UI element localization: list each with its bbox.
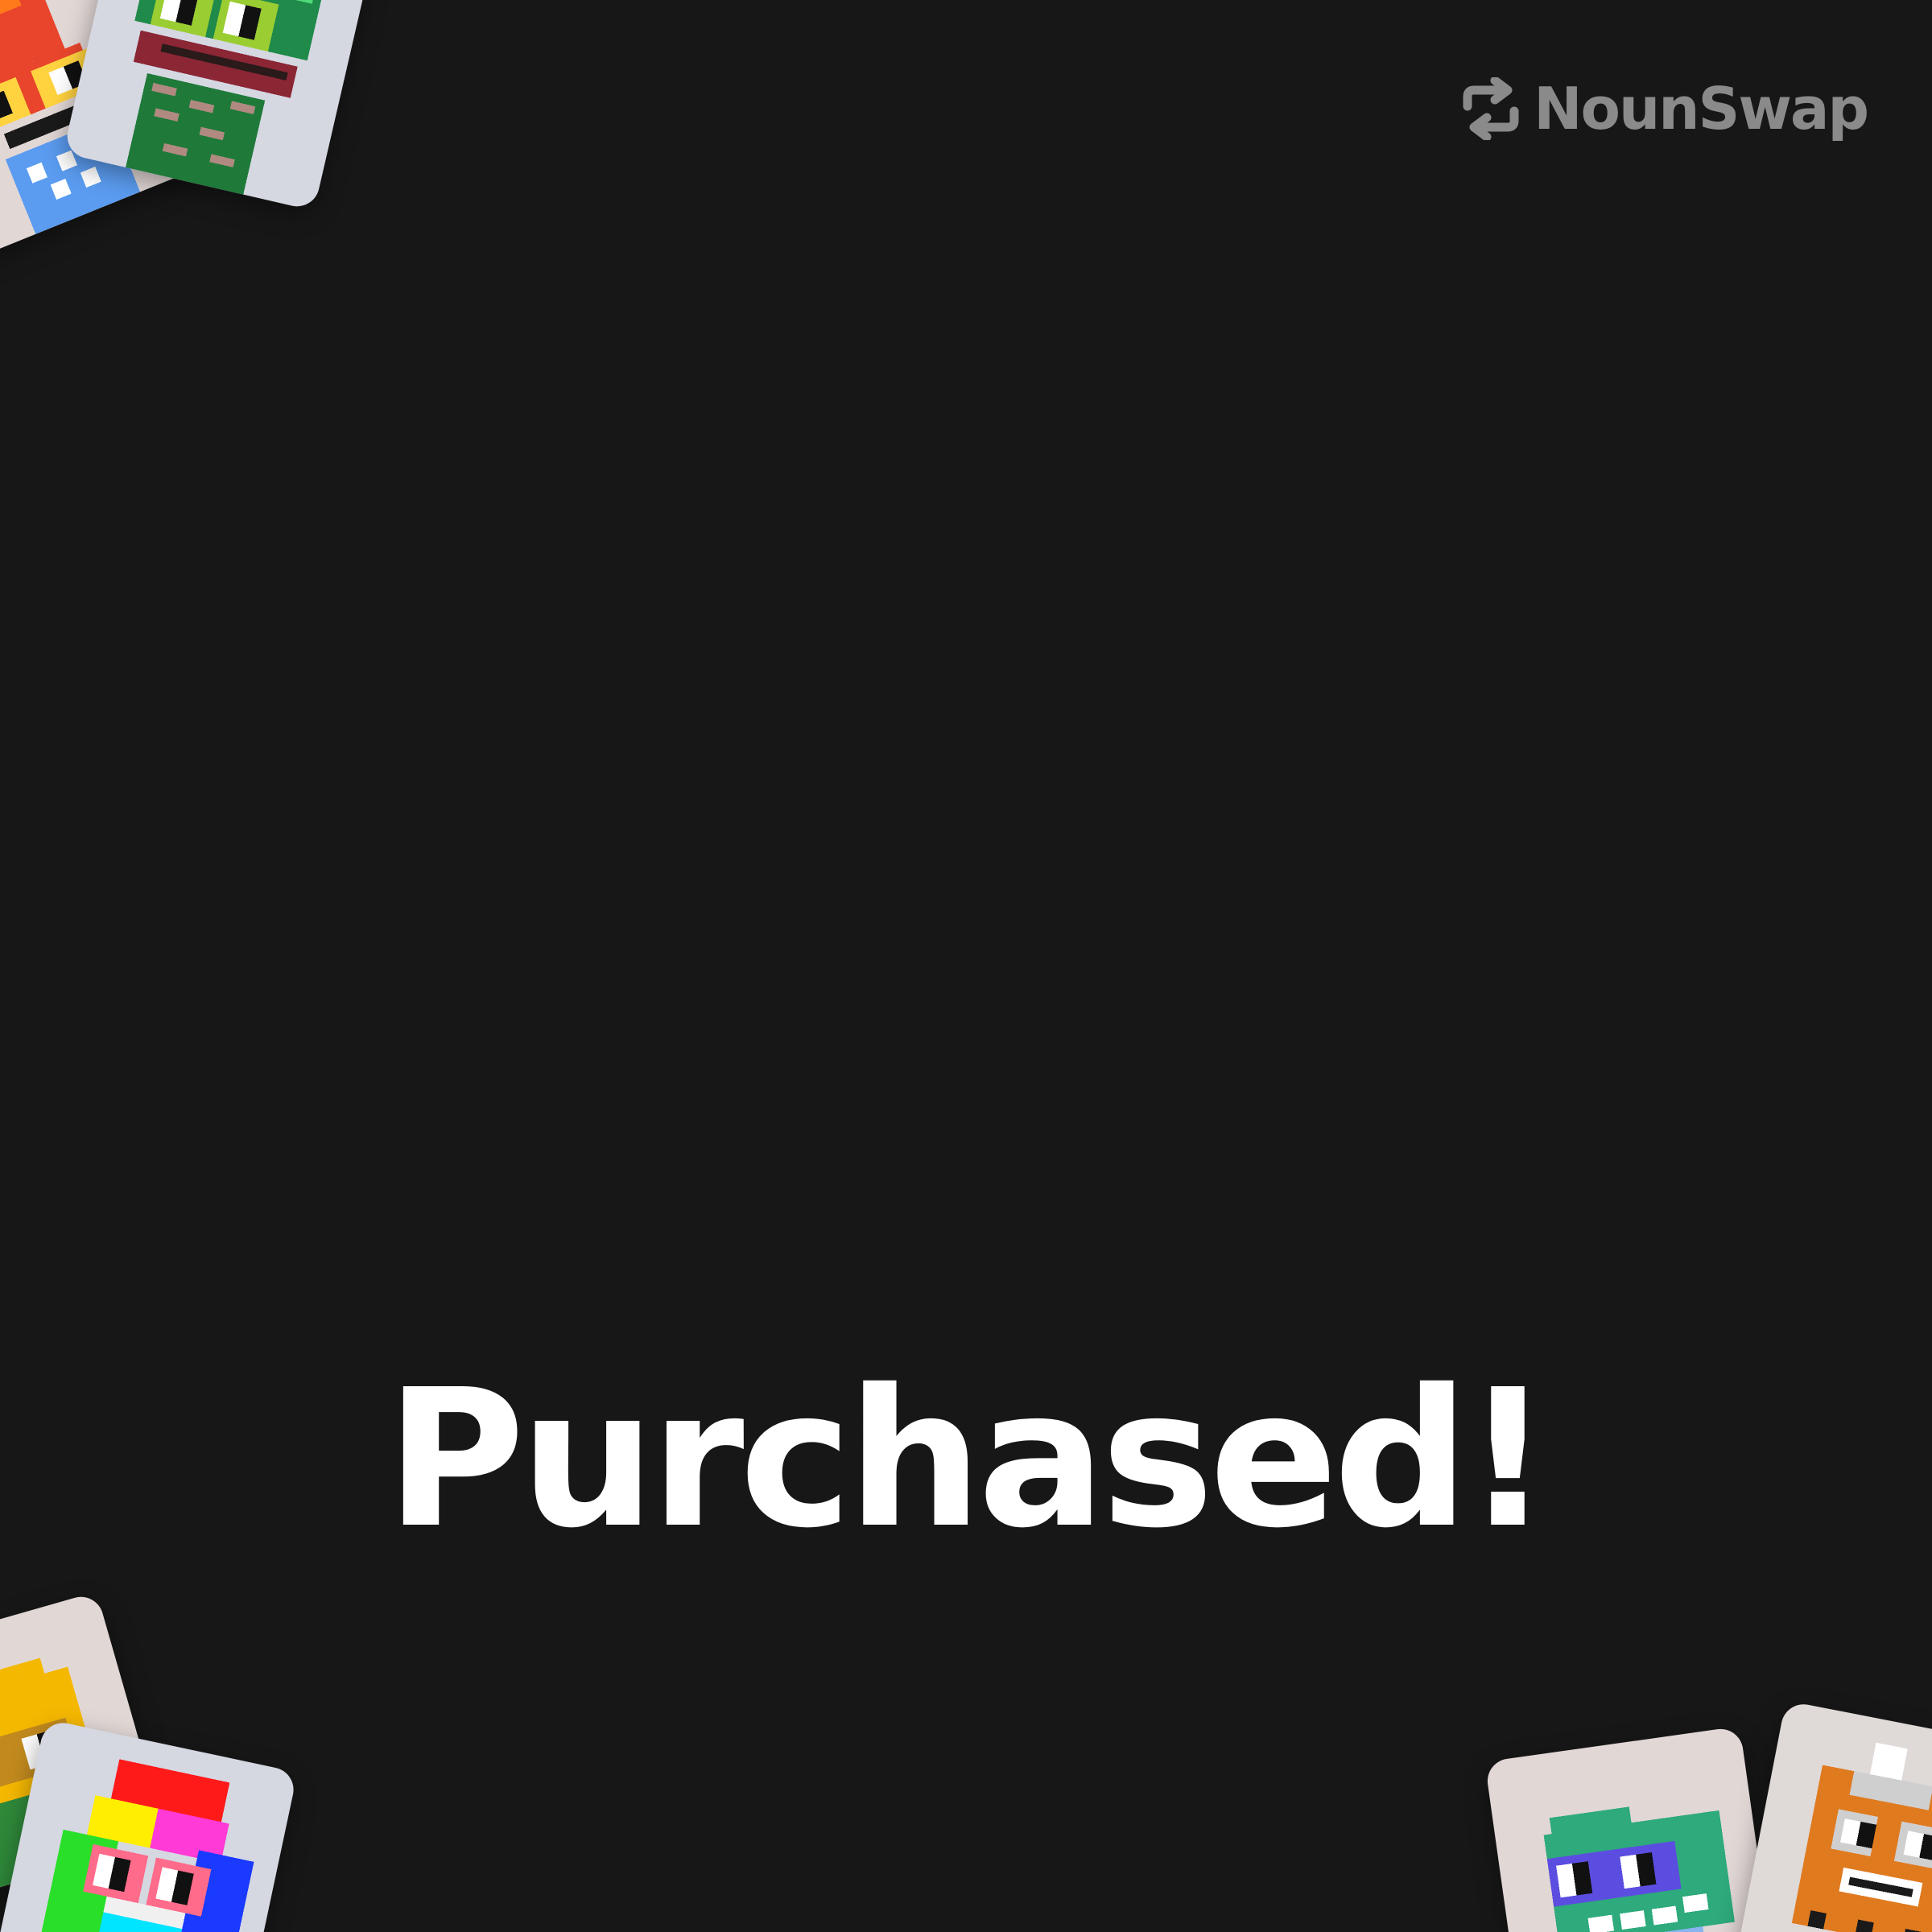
noun-card-orange xyxy=(1736,1700,1932,1932)
green-noun-image xyxy=(1543,1806,1735,1932)
rainbow-noun-image xyxy=(39,1759,254,1932)
brand-logo[interactable]: NounSwap xyxy=(1459,75,1869,142)
purchase-headline: Purchased! xyxy=(386,1348,1551,1570)
noun-card-green xyxy=(1484,1726,1776,1932)
noun-card-rainbow xyxy=(0,1719,298,1932)
orange-noun-image xyxy=(1791,1742,1932,1932)
purchase-confirmation-screen: NounSwap Purchased! xyxy=(0,0,1932,1932)
swap-arrows-icon xyxy=(1459,77,1522,140)
brand-name: NounSwap xyxy=(1534,75,1869,142)
